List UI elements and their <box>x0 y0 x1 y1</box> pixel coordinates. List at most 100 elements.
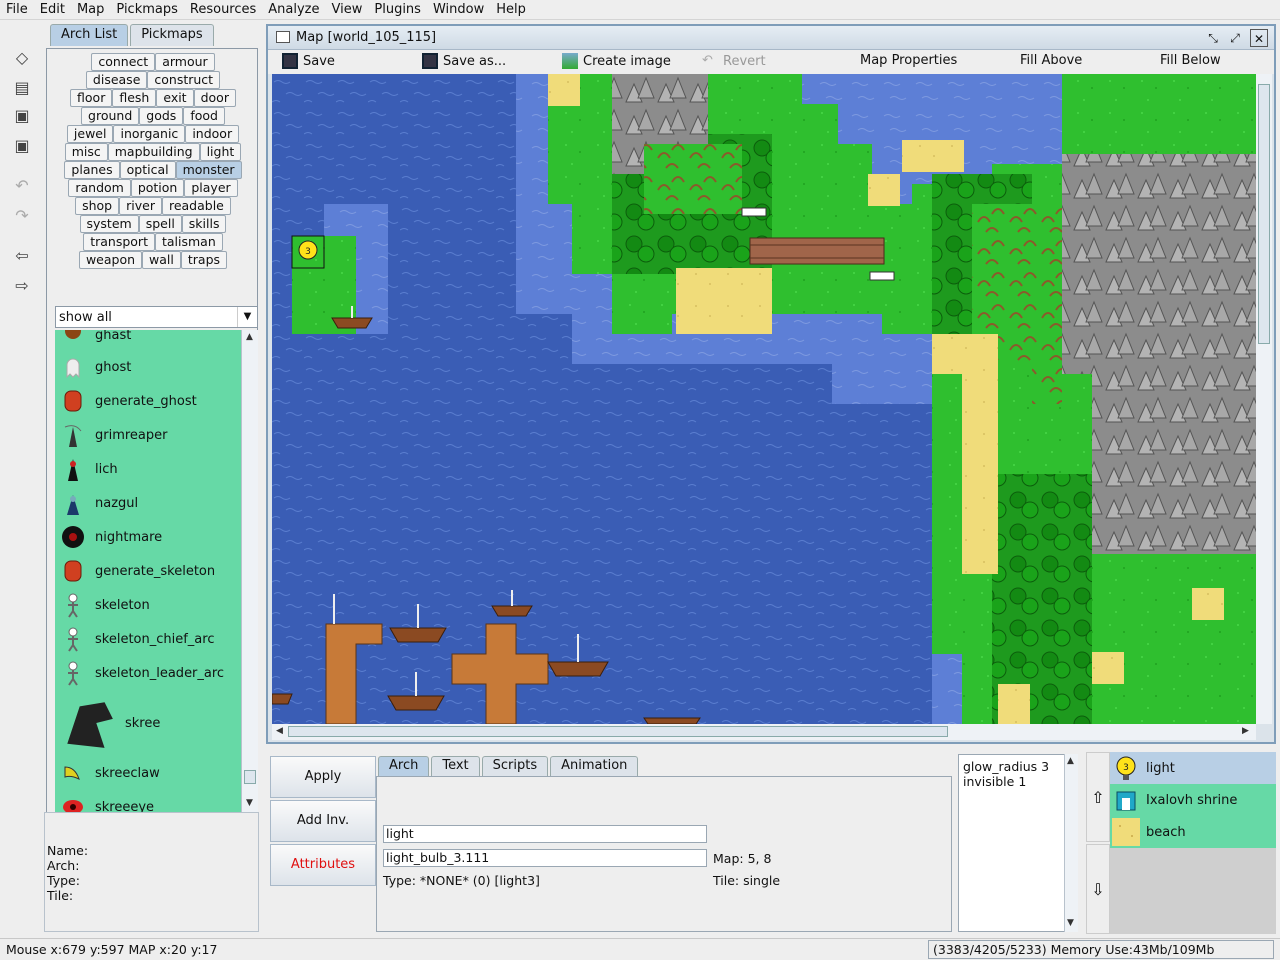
category-player[interactable]: player <box>184 179 238 197</box>
arch-list-item[interactable]: generate_ghost <box>55 384 241 418</box>
category-food[interactable]: food <box>183 107 225 125</box>
arch-list-item[interactable]: skreeclaw <box>55 756 241 790</box>
scroll-thumb[interactable] <box>244 770 256 784</box>
menu-help[interactable]: Help <box>490 0 532 20</box>
menu-map[interactable]: Map <box>71 0 110 20</box>
undo-icon[interactable]: ↶ <box>8 172 36 198</box>
category-spell[interactable]: spell <box>138 215 182 233</box>
category-mapbuilding[interactable]: mapbuilding <box>107 143 200 161</box>
scroll-down-icon[interactable]: ▼ <box>246 798 253 808</box>
menu-pickmaps[interactable]: Pickmaps <box>110 0 184 20</box>
category-readable[interactable]: readable <box>161 197 231 215</box>
category-random[interactable]: random <box>68 179 131 197</box>
stack-list[interactable]: 3 light Ixalovh shrine beach <box>1110 752 1276 934</box>
category-potion[interactable]: potion <box>130 179 185 197</box>
map-tiles[interactable]: 3 <box>272 74 1256 724</box>
stack-item[interactable]: beach <box>1110 816 1276 848</box>
filter-select[interactable]: show all ▼ <box>55 306 258 328</box>
object-name-field[interactable]: light <box>383 825 707 843</box>
attributes-button[interactable]: Attributes <box>270 844 376 886</box>
category-talisman[interactable]: talisman <box>154 233 223 251</box>
category-river[interactable]: river <box>119 197 162 215</box>
map-hscroll-thumb[interactable] <box>288 726 948 737</box>
maximize-icon[interactable]: ⤢ <box>1226 29 1244 47</box>
attribute-text-area[interactable]: glow_radius 3 invisible 1 <box>958 754 1078 932</box>
new-map-icon[interactable]: ◇ <box>8 44 36 70</box>
category-light[interactable]: light <box>199 143 242 161</box>
revert-button[interactable]: ↶ Revert <box>702 53 766 69</box>
forward-arrow-icon[interactable]: ⇨ <box>8 272 36 298</box>
back-arrow-icon[interactable]: ⇦ <box>8 242 36 268</box>
arch-list-item[interactable]: generate_skeleton <box>55 554 241 588</box>
menu-plugins[interactable]: Plugins <box>368 0 427 20</box>
apply-button[interactable]: Apply <box>270 756 376 798</box>
arch-list-item[interactable]: skeleton <box>55 588 241 622</box>
create-image-button[interactable]: Create image <box>562 53 671 69</box>
arch-list-item[interactable]: nightmare <box>55 520 241 554</box>
category-transport[interactable]: transport <box>83 233 155 251</box>
category-armour[interactable]: armour <box>155 53 215 71</box>
category-jewel[interactable]: jewel <box>66 125 114 143</box>
arch-list-item[interactable]: skeleton_leader_arc <box>55 656 241 690</box>
menu-file[interactable]: File <box>0 0 34 20</box>
map-hscroll[interactable]: ◀ ▶ <box>272 724 1256 740</box>
menu-view[interactable]: View <box>326 0 369 20</box>
arch-list-item[interactable]: nazgul <box>55 486 241 520</box>
tab-pickmaps[interactable]: Pickmaps <box>130 24 214 46</box>
move-up-icon[interactable]: ⇧ <box>1086 752 1110 842</box>
chevron-down-icon[interactable]: ▼ <box>237 307 257 327</box>
category-flesh[interactable]: flesh <box>112 89 157 107</box>
category-indoor[interactable]: indoor <box>185 125 240 143</box>
category-wall[interactable]: wall <box>142 251 181 269</box>
tab-text[interactable]: Text <box>431 756 480 776</box>
map-vscroll-thumb[interactable] <box>1258 84 1270 344</box>
scroll-down-icon[interactable]: ▼ <box>1067 918 1074 928</box>
arch-list-vscroll[interactable]: ▲ ▼ <box>241 330 258 812</box>
map-properties-button[interactable]: Map Properties <box>860 53 957 68</box>
category-monster[interactable]: monster <box>175 161 242 179</box>
category-disease[interactable]: disease <box>85 71 148 89</box>
menu-resources[interactable]: Resources <box>184 0 262 20</box>
scroll-up-icon[interactable]: ▲ <box>1067 756 1074 766</box>
tab-arch-list[interactable]: Arch List <box>50 24 129 46</box>
tab-animation[interactable]: Animation <box>550 756 639 776</box>
category-exit[interactable]: exit <box>156 89 194 107</box>
close-icon[interactable]: ✕ <box>1250 29 1268 47</box>
arch-list-item[interactable]: grimreaper <box>55 418 241 452</box>
arch-list[interactable]: ghast ghost generate_ghost grimreaper lich na… <box>55 330 241 812</box>
category-shop[interactable]: shop <box>75 197 120 215</box>
scroll-up-icon[interactable]: ▲ <box>246 332 253 342</box>
category-planes[interactable]: planes <box>64 161 120 179</box>
category-inorganic[interactable]: inorganic <box>113 125 186 143</box>
save-icon[interactable]: ▣ <box>8 102 36 128</box>
move-down-icon[interactable]: ⇩ <box>1086 844 1110 934</box>
arch-list-item[interactable]: skree <box>55 694 241 752</box>
category-floor[interactable]: floor <box>70 89 113 107</box>
stack-item[interactable]: 3 light <box>1110 752 1276 784</box>
menu-edit[interactable]: Edit <box>34 0 71 20</box>
save-button[interactable]: Save <box>282 53 335 69</box>
arch-list-item[interactable]: ghast <box>55 330 241 352</box>
category-door[interactable]: door <box>193 89 236 107</box>
menu-analyze[interactable]: Analyze <box>262 0 325 20</box>
save-as-button[interactable]: Save as... <box>422 53 506 69</box>
scroll-right-icon[interactable]: ▶ <box>1242 726 1249 736</box>
scroll-left-icon[interactable]: ◀ <box>276 726 283 736</box>
menu-window[interactable]: Window <box>427 0 490 20</box>
arch-list-item[interactable]: lich <box>55 452 241 486</box>
arch-list-item[interactable]: skeleton_chief_arc <box>55 622 241 656</box>
minimize-icon[interactable]: ⤡ <box>1204 29 1222 47</box>
category-skills[interactable]: skills <box>181 215 227 233</box>
category-ground[interactable]: ground <box>81 107 140 125</box>
category-gods[interactable]: gods <box>139 107 184 125</box>
category-optical[interactable]: optical <box>119 161 176 179</box>
open-map-icon[interactable]: ▤ <box>8 74 36 100</box>
redo-icon[interactable]: ↷ <box>8 202 36 228</box>
category-construct[interactable]: construct <box>147 71 221 89</box>
arch-name-field[interactable]: light_bulb_3.111 <box>383 849 707 867</box>
category-traps[interactable]: traps <box>180 251 228 269</box>
add-inv-button[interactable]: Add Inv. <box>270 800 376 842</box>
category-misc[interactable]: misc <box>64 143 108 161</box>
map-vscroll[interactable] <box>1256 74 1272 724</box>
arch-list-item[interactable]: ghost <box>55 350 241 384</box>
